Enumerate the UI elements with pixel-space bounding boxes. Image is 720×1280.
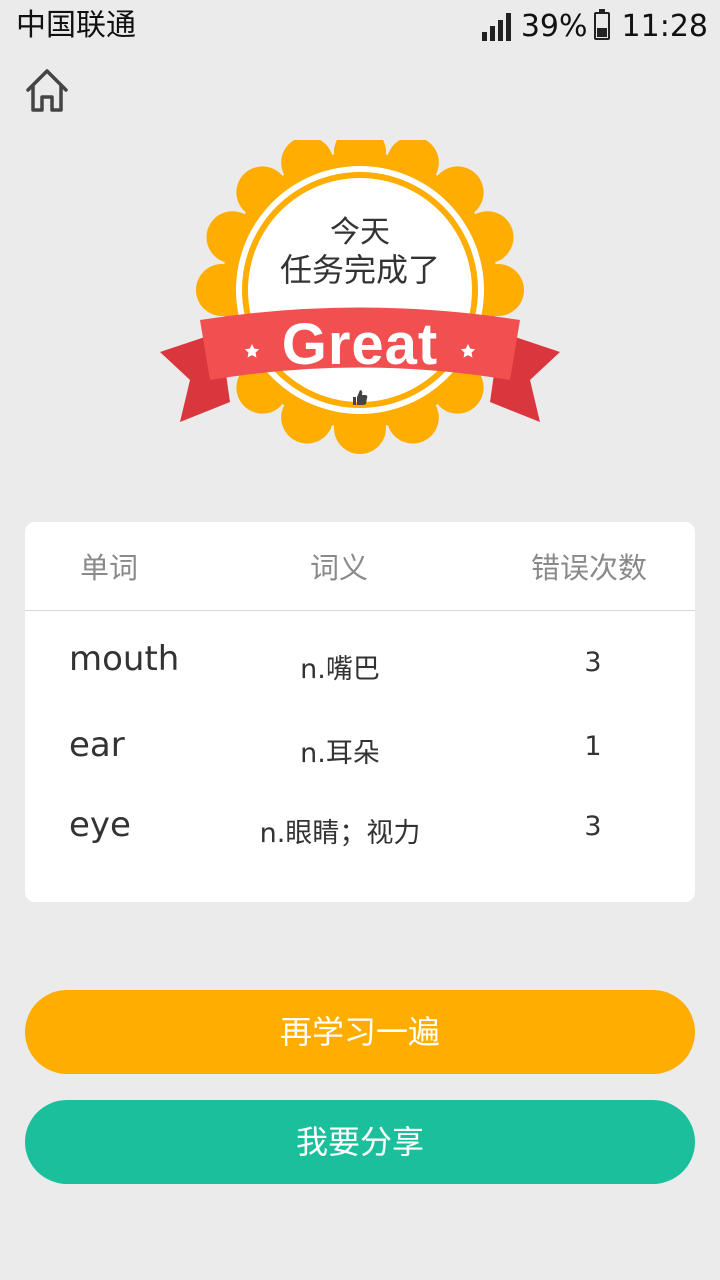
row-error-count: 3 xyxy=(584,811,602,842)
row-word: ear xyxy=(69,725,125,765)
row-meaning: n.耳朵 xyxy=(300,738,380,769)
badge-graphic xyxy=(160,126,560,454)
result-screen: 中国联通 39% 11:28 今天 任务完成了 Great 单词 词义 错误次数… xyxy=(0,0,720,1280)
status-indicators: 39% 11:28 xyxy=(481,6,708,46)
status-bar: 中国联通 39% 11:28 xyxy=(0,0,720,52)
battery-percent: 39% xyxy=(520,8,588,44)
row-word: mouth xyxy=(69,639,180,679)
badge-text-today: 今天 xyxy=(330,215,390,250)
home-icon xyxy=(26,69,68,112)
row-meaning: n.嘴巴 xyxy=(300,654,380,685)
row-error-count: 3 xyxy=(584,647,602,678)
header-error-count: 错误次数 xyxy=(531,551,648,585)
carrier-name: 中国联通 xyxy=(16,8,136,43)
table-header: 单词 词义 错误次数 xyxy=(25,522,695,611)
battery-icon xyxy=(593,9,610,40)
word-results-table: 单词 词义 错误次数 mouth n.嘴巴 3 ear n.耳朵 1 eye n… xyxy=(25,522,695,902)
clock: 11:28 xyxy=(621,8,708,44)
row-meaning: n.眼睛；视力 xyxy=(259,818,421,849)
badge-text-task-done: 任务完成了 xyxy=(279,251,440,289)
table-row: eye n.眼睛；视力 3 xyxy=(25,785,695,867)
header-word: 单词 xyxy=(80,551,139,585)
row-error-count: 1 xyxy=(584,731,602,762)
badge-great-label: Great xyxy=(281,312,439,377)
study-again-button[interactable]: 再学习一遍 xyxy=(25,990,695,1074)
header-meaning: 词义 xyxy=(310,551,369,585)
share-button[interactable]: 我要分享 xyxy=(25,1100,695,1184)
row-word: eye xyxy=(69,805,131,845)
completion-badge: 今天 任务完成了 Great xyxy=(150,126,570,460)
signal-icon xyxy=(481,11,511,41)
home-button[interactable] xyxy=(22,64,72,116)
table-row: mouth n.嘴巴 3 xyxy=(25,611,695,703)
table-row: ear n.耳朵 1 xyxy=(25,703,695,785)
